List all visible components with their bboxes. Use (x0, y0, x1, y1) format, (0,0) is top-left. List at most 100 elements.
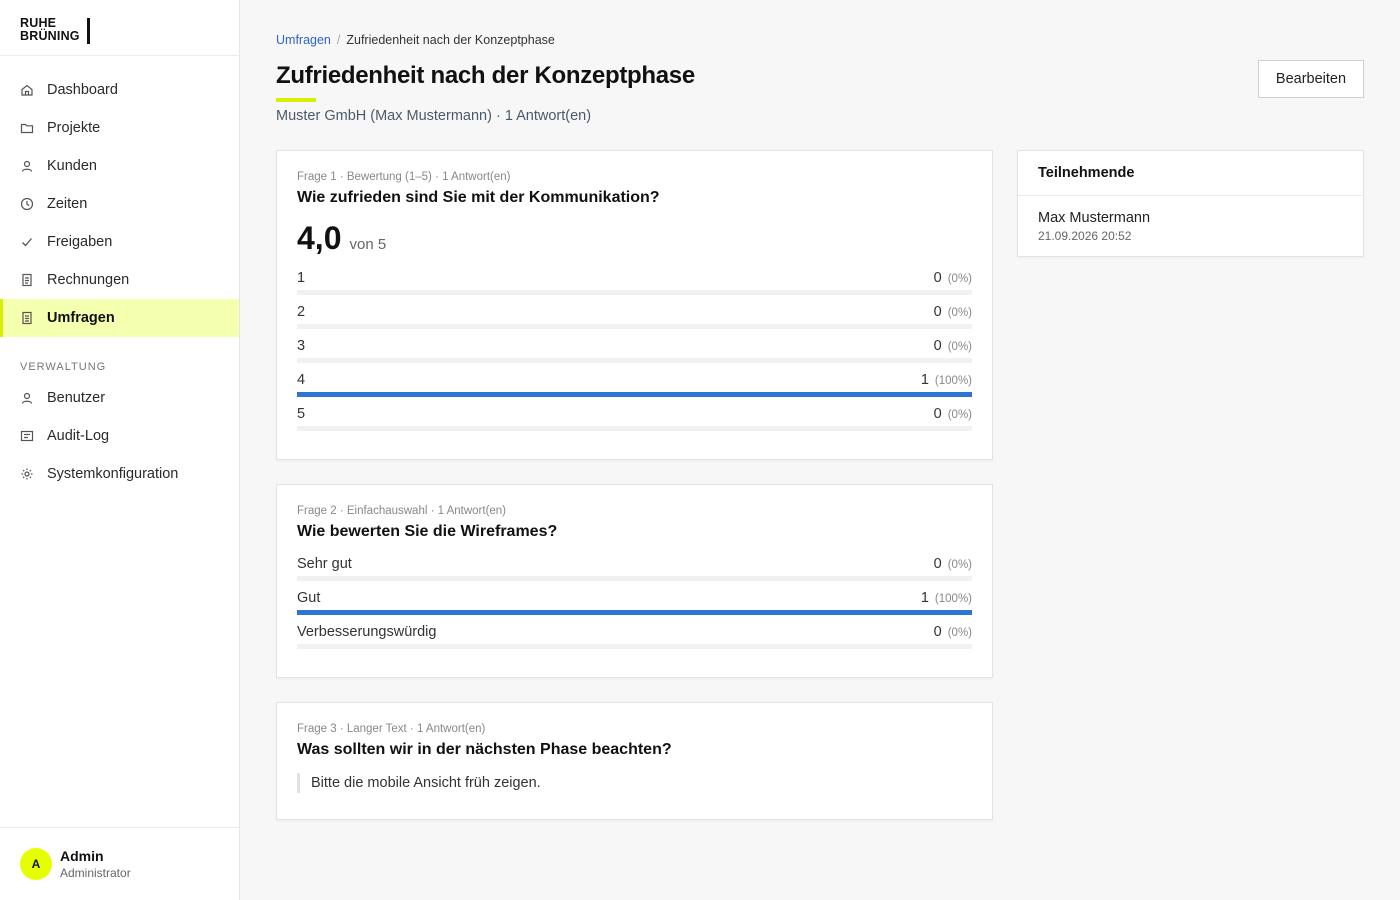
answer-option-row: 5 0 (0%) (297, 406, 972, 440)
sidebar-item-benutzer[interactable]: Benutzer (0, 379, 239, 417)
count-value: 0 (933, 338, 942, 354)
participant-date: 21.09.2026 20:52 (1038, 229, 1132, 243)
option-count: 1 (100%) (921, 590, 972, 606)
average-score: 4,0 von 5 (297, 221, 972, 255)
answer-distribution: Sehr gut 0 (0%) Gut 1 (100%) Verbesserun… (297, 556, 972, 658)
answer-option-row: 2 0 (0%) (297, 304, 972, 338)
option-label: 2 (297, 304, 306, 320)
option-count: 0 (0%) (934, 556, 972, 572)
breadcrumb-link-umfragen[interactable]: Umfragen (276, 33, 331, 47)
participant-name: Max Mustermann (1038, 210, 1151, 226)
bar-track (297, 392, 972, 397)
percent-value: (100%) (934, 375, 972, 387)
score-max: von 5 (349, 236, 387, 253)
answer-option-row: 4 1 (100%) (297, 372, 972, 406)
sidebar-item-label: Freigaben (47, 234, 113, 250)
count-value: 0 (933, 624, 942, 640)
user-profile[interactable]: A Admin Administrator (0, 827, 239, 900)
answer-option-row: 3 0 (0%) (297, 338, 972, 372)
bar-track (297, 324, 972, 329)
sidebar-item-label: Projekte (47, 120, 101, 136)
user-name: Admin (60, 848, 104, 864)
question-meta: Frage 2 · Einfachauswahl · 1 Antwort(en) (297, 505, 507, 517)
user-icon (20, 159, 34, 173)
sidebar-item-dashboard[interactable]: Dashboard (0, 71, 239, 109)
option-count: 0 (0%) (934, 338, 972, 354)
option-count: 0 (0%) (934, 270, 972, 286)
answer-option-row: Sehr gut 0 (0%) (297, 556, 972, 590)
bar-fill (297, 392, 972, 397)
check-icon (20, 235, 34, 249)
count-value: 0 (933, 270, 942, 286)
answer-option-row: Gut 1 (100%) (297, 590, 972, 624)
option-label: Verbesserungswürdig (297, 624, 437, 640)
bar-fill (297, 610, 972, 615)
option-count: 0 (0%) (934, 406, 972, 422)
sidebar-item-label: Kunden (47, 158, 97, 174)
breadcrumb-separator: / (336, 33, 341, 47)
brand-logo[interactable]: RUHE BRÜNING (0, 0, 239, 56)
answer-option-row: Verbesserungswürdig 0 (0%) (297, 624, 972, 658)
bar-track (297, 426, 972, 431)
percent-value: (0%) (947, 409, 972, 421)
score-value: 4,0 (297, 220, 342, 256)
option-label: 1 (297, 270, 306, 286)
document-icon (20, 273, 34, 287)
participant-item[interactable]: Max Mustermann 21.09.2026 20:52 (1018, 196, 1363, 243)
option-count: 1 (100%) (921, 372, 972, 388)
user-info: Admin Administrator (60, 848, 131, 880)
page-subtitle: Muster GmbH (Max Mustermann) · 1 Antwort… (276, 108, 592, 124)
question-meta: Frage 3 · Langer Text · 1 Antwort(en) (297, 723, 486, 735)
brand-line-2: BRÜNING (20, 29, 80, 43)
count-value: 0 (933, 406, 942, 422)
sidebar-item-freigaben[interactable]: Freigaben (0, 223, 239, 261)
sidebar-item-label: Systemkonfiguration (47, 466, 179, 482)
sidebar-item-label: Dashboard (47, 82, 118, 98)
brand-wordmark: RUHE BRÜNING (20, 17, 80, 43)
page-title: Zufriedenheit nach der Konzeptphase (276, 62, 695, 89)
sidebar-item-label: Umfragen (47, 310, 115, 326)
home-icon (20, 83, 34, 97)
sidebar-item-audit-log[interactable]: Audit-Log (0, 417, 239, 455)
option-label: Sehr gut (297, 556, 352, 572)
option-label: Gut (297, 590, 321, 606)
question-card-2: Frage 2 · Einfachauswahl · 1 Antwort(en)… (276, 484, 993, 678)
percent-value: (0%) (947, 627, 972, 639)
sidebar-item-rechnungen[interactable]: Rechnungen (0, 261, 239, 299)
sidebar-item-umfragen[interactable]: Umfragen (0, 299, 239, 337)
list-icon (20, 429, 34, 443)
folder-icon (20, 121, 34, 135)
question-card-1: Frage 1 · Bewertung (1–5) · 1 Antwort(en… (276, 150, 993, 460)
breadcrumb-current: Zufriedenheit nach der Konzeptphase (346, 33, 555, 47)
option-count: 0 (0%) (934, 624, 972, 640)
percent-value: (0%) (947, 307, 972, 319)
sidebar-item-systemkonfiguration[interactable]: Systemkonfiguration (0, 455, 239, 493)
answer-option-row: 1 0 (0%) (297, 270, 972, 304)
option-label: 3 (297, 338, 306, 354)
user-icon (20, 391, 34, 405)
sidebar-item-kunden[interactable]: Kunden (0, 147, 239, 185)
count-value: 0 (933, 304, 942, 320)
bar-track (297, 358, 972, 363)
sidebar-item-zeiten[interactable]: Zeiten (0, 185, 239, 223)
clock-icon (20, 197, 34, 211)
brand-bar (87, 18, 90, 44)
participants-heading: Teilnehmende (1018, 151, 1363, 196)
question-meta: Frage 1 · Bewertung (1–5) · 1 Antwort(en… (297, 171, 511, 183)
sidebar-item-projekte[interactable]: Projekte (0, 109, 239, 147)
answer-distribution: 1 0 (0%) 2 0 (0%) 3 0 (0%) 4 1 (100%) 5 (297, 270, 972, 440)
user-role: Administrator (60, 866, 131, 880)
count-value: 0 (933, 556, 942, 572)
question-card-3: Frage 3 · Langer Text · 1 Antwort(en) Wa… (276, 702, 993, 820)
question-title: Wie zufrieden sind Sie mit der Kommunika… (297, 189, 660, 206)
bar-track (297, 610, 972, 615)
question-title: Wie bewerten Sie die Wireframes? (297, 523, 558, 540)
breadcrumb: Umfragen / Zufriedenheit nach der Konzeptp… (276, 33, 555, 47)
title-accent-underline (276, 98, 316, 102)
edit-button[interactable]: Bearbeiten (1258, 60, 1364, 98)
option-label: 4 (297, 372, 306, 388)
option-label: 5 (297, 406, 306, 422)
count-value: 1 (920, 590, 929, 606)
question-title: Was sollten wir in der nächsten Phase be… (297, 741, 672, 758)
percent-value: (0%) (947, 341, 972, 353)
